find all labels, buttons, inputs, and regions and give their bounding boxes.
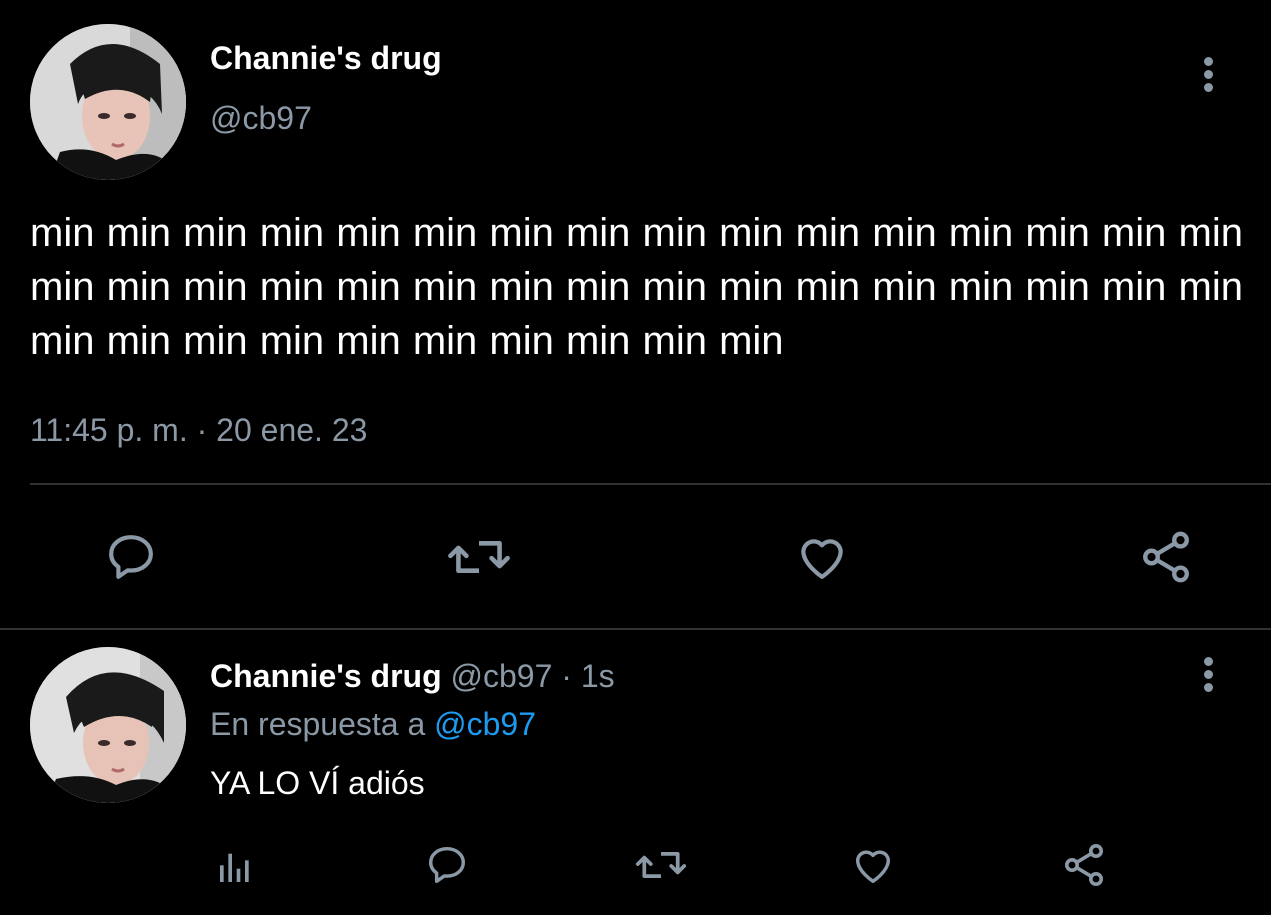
share-icon: [1143, 531, 1189, 583]
speech-bubble-icon: [109, 535, 153, 579]
like-button[interactable]: [848, 840, 898, 890]
more-options-icon[interactable]: [1199, 657, 1217, 697]
timestamp[interactable]: 11:45 p. m. · 20 ene. 23: [30, 410, 367, 450]
bar-chart-icon: [220, 853, 249, 882]
reply-to-link[interactable]: @cb97: [434, 706, 536, 742]
tweet-text: min min min min min min min min min min …: [30, 211, 1243, 363]
share-button[interactable]: [1136, 528, 1196, 586]
handle[interactable]: @cb97: [210, 98, 312, 138]
speech-bubble-icon: [428, 846, 466, 884]
tweet-text: YA LO VÍ adiós: [210, 765, 425, 801]
retweet-button[interactable]: [634, 840, 688, 890]
divider: [0, 628, 1271, 630]
analytics-button[interactable]: [210, 842, 260, 892]
avatar-image: [30, 647, 186, 803]
avatar[interactable]: [30, 647, 186, 803]
reply-button[interactable]: [422, 840, 472, 890]
share-icon: [1065, 844, 1103, 886]
reply-context: En respuesta a @cb97: [210, 704, 536, 744]
time-ago[interactable]: 1s: [581, 658, 615, 694]
display-name[interactable]: Channie's drug: [210, 658, 442, 694]
like-button[interactable]: [792, 528, 852, 586]
heart-icon: [855, 850, 891, 884]
heart-icon: [801, 539, 843, 579]
reply-prefix: En respuesta a: [210, 706, 426, 742]
avatar[interactable]: [30, 24, 186, 180]
divider: [30, 483, 1271, 485]
reply-header: Channie's drug @cb97 · 1s: [210, 656, 615, 696]
retweet-icon: [448, 540, 510, 573]
display-name[interactable]: Channie's drug: [210, 38, 442, 78]
more-options-icon[interactable]: [1199, 57, 1217, 97]
retweet-button[interactable]: [446, 528, 512, 586]
share-button[interactable]: [1058, 840, 1110, 890]
reply-button[interactable]: [100, 528, 162, 586]
avatar-image: [30, 24, 186, 180]
handle[interactable]: @cb97: [451, 658, 553, 694]
retweet-icon: [635, 851, 687, 878]
separator-dot: ·: [561, 658, 572, 694]
